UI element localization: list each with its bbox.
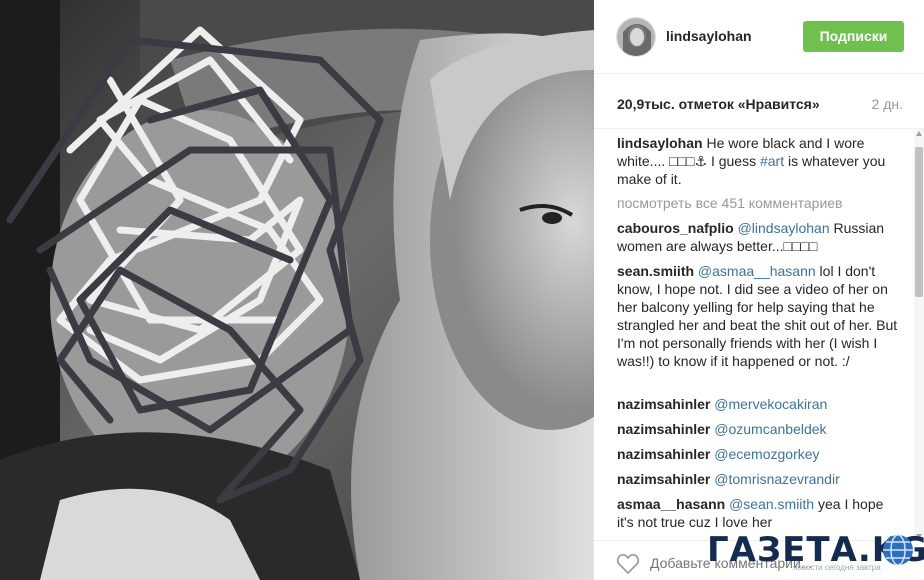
photo-image	[0, 0, 594, 580]
list-item: nazimsahinler @ecemozgorkey	[617, 445, 899, 463]
watermark-tagline: новости сегодня завтра	[793, 563, 881, 572]
comment-mention[interactable]: @ecemozgorkey	[714, 446, 819, 462]
avatar[interactable]	[616, 17, 656, 57]
post-side-panel: lindsaylohan Подписки 20,9тыс. отметок «…	[594, 0, 924, 580]
comment-mention[interactable]: @tomrisnazevrandir	[714, 471, 839, 487]
post-header: lindsaylohan Подписки	[594, 0, 924, 74]
list-item: cabouros_nafplio @lindsaylohan Russian w…	[617, 219, 899, 255]
comment-username[interactable]: nazimsahinler	[617, 471, 710, 487]
list-item: nazimsahinler @ozumcanbeldek	[617, 420, 899, 438]
list-item: nazimsahinler @mervekocakiran	[617, 395, 899, 413]
globe-icon	[883, 534, 913, 566]
watermark-logo: ГАЗЕТА.KG новости сегодня завтра	[707, 527, 924, 579]
comment-username[interactable]: cabouros_nafplio	[617, 220, 734, 236]
caption-emoji: □□□⚓	[669, 153, 708, 169]
comment-mention[interactable]: @ozumcanbeldek	[714, 421, 826, 437]
comments-list: lindsaylohan He wore black and I wore wh…	[594, 129, 924, 539]
caption-username[interactable]: lindsaylohan	[617, 135, 703, 151]
caption: lindsaylohan He wore black and I wore wh…	[617, 134, 899, 188]
likes-count[interactable]: 20,9тыс. отметок «Нравится»	[617, 96, 820, 112]
post-time[interactable]: 2 дн.	[872, 96, 903, 112]
follow-button[interactable]: Подписки	[803, 21, 904, 52]
comment-username[interactable]: asmaa__hasann	[617, 496, 725, 512]
comment-username[interactable]: nazimsahinler	[617, 396, 710, 412]
comment-mention[interactable]: @sean.smiith	[729, 496, 814, 512]
comment-mention[interactable]: @mervekocakiran	[714, 396, 827, 412]
list-item: nazimsahinler @tomrisnazevrandir	[617, 470, 899, 488]
post-username[interactable]: lindsaylohan	[666, 28, 752, 44]
list-item: sean.smiith @asmaa__hasann lol I don't k…	[617, 262, 899, 370]
comments-scrollbar[interactable]	[914, 129, 924, 541]
caption-hashtag[interactable]: #art	[760, 153, 784, 169]
scroll-thumb[interactable]	[915, 147, 923, 297]
list-item: asmaa__hasann @sean.smiith yea I hope it…	[617, 495, 899, 531]
comment-mention[interactable]: @asmaa__hasann	[698, 263, 816, 279]
avatar-image	[617, 18, 655, 56]
scroll-up-arrow-icon[interactable]	[916, 131, 922, 136]
comment-mention[interactable]: @lindsaylohan	[738, 220, 830, 236]
post-stats: 20,9тыс. отметок «Нравится» 2 дн.	[594, 74, 924, 129]
comment-username[interactable]: sean.smiith	[617, 263, 694, 279]
comment-username[interactable]: nazimsahinler	[617, 421, 710, 437]
caption-text-2: I guess	[707, 153, 760, 169]
view-all-comments-link[interactable]: посмотреть все 451 комментариев	[617, 195, 843, 211]
heart-outline-icon[interactable]	[616, 553, 640, 575]
post-photo[interactable]	[0, 0, 594, 580]
comment-username[interactable]: nazimsahinler	[617, 446, 710, 462]
